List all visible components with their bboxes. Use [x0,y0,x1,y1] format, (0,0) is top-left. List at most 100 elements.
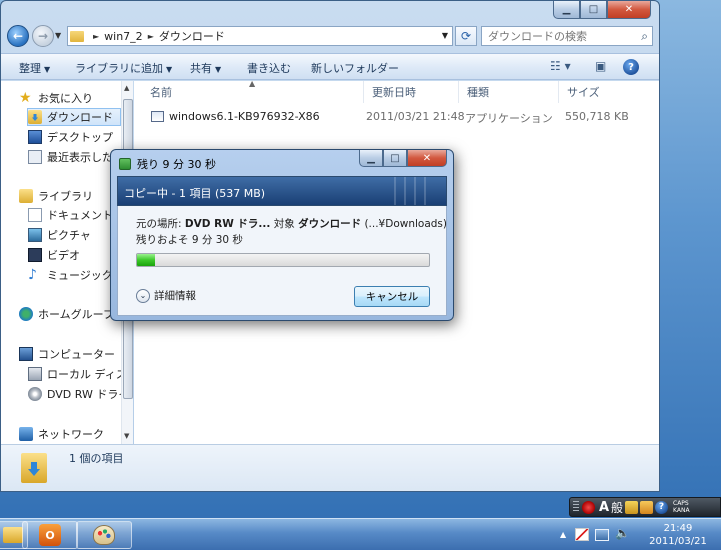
nav-network[interactable]: ネットワーク [19,425,132,443]
refresh-icon: ⟳ [460,29,472,43]
close-icon: ✕ [624,4,634,15]
chevron-down-icon: ▼ [215,65,222,74]
dialog-title[interactable]: 残り 9 分 30 秒 [119,156,216,172]
nav-dvd-drive[interactable]: DVD RW ドライ [28,385,132,403]
nav-label: DVD RW ドライ [47,388,130,401]
breadcrumb-separator-icon[interactable]: ► [148,32,154,41]
source-value[interactable]: DVD RW ドラ... [185,218,271,230]
input-mode-indicator[interactable]: A [597,500,611,515]
forward-button[interactable]: → [32,25,54,47]
address-dropdown-icon[interactable]: ▼ [442,31,448,40]
minimize-button[interactable]: ▁ [553,1,580,19]
destination-value[interactable]: ダウンロード [298,218,361,230]
desktop-icon [28,130,42,144]
nav-computer[interactable]: コンピューター [19,345,132,363]
clock-time: 21:49 [663,523,693,534]
minimize-icon: ▁ [562,4,571,15]
share-label: 共有 [190,62,212,75]
cancel-button[interactable]: キャンセル [354,286,430,307]
share-menu[interactable]: 共有 ▼ [190,60,221,76]
preview-pane-icon[interactable]: ▣ [595,59,606,73]
ime-pad-icon[interactable] [625,500,639,514]
details-pane: 1 個の項目 [1,444,659,491]
close-button[interactable]: ✕ [607,1,651,19]
search-icon[interactable]: ⌕ [641,29,648,44]
new-folder-button[interactable]: 新しいフォルダー [311,60,399,76]
nav-favorites[interactable]: ★ お気に入り [19,89,132,107]
network-status-icon[interactable] [595,529,609,541]
breadcrumb-downloads[interactable]: ダウンロード [159,28,225,44]
view-options-icon[interactable]: ☷ ▾ [550,59,571,73]
scroll-down-icon[interactable]: ▼ [124,432,129,440]
grip-handle-icon[interactable] [573,501,579,513]
help-icon[interactable]: ? [623,59,639,75]
ime-icon[interactable] [582,500,595,514]
back-button[interactable]: ← [7,25,29,47]
nav-label: コンピューター [38,348,115,361]
help-icon[interactable]: ? [655,500,669,514]
column-header-type[interactable]: 種類 [459,81,559,103]
destination-label: 対象 [273,218,295,230]
nav-label: ダウンロード [47,111,113,124]
hard-drive-icon [28,367,42,381]
item-count: 1 個の項目 [69,452,124,465]
action-center-flag-icon[interactable] [575,528,589,541]
add-to-library-menu[interactable]: ライブラリに追加 ▼ [75,60,172,76]
breadcrumb-separator-icon[interactable]: ► [93,32,99,41]
conversion-mode-indicator[interactable]: 般 [611,499,623,516]
dialog-caption-buttons: ▁ □ ✕ [359,150,447,167]
file-type: アプリケーション [465,112,553,125]
header-decoration [386,177,426,205]
maximize-icon: □ [588,4,599,15]
file-name: windows6.1-KB976932-X86 [169,110,320,123]
column-header-size[interactable]: サイズ [559,81,654,103]
download-folder-icon [70,30,84,42]
refresh-button[interactable]: ⟳ [455,26,477,46]
chevron-down-icon: ⌄ [136,288,150,303]
column-header-date[interactable]: 更新日時 [364,81,459,103]
burn-button[interactable]: 書き込む [247,60,291,76]
nav-label: デスクトップ [47,131,113,144]
network-icon [19,427,33,441]
command-bar: 整理 ▼ ライブラリに追加 ▼ 共有 ▼ 書き込む 新しいフォルダー ☷ ▾ ▣ ? [1,53,659,80]
table-row[interactable]: windows6.1-KB976932-X86 2011/03/21 21:48… [134,108,659,126]
dialog-close-button[interactable]: ✕ [407,150,447,167]
dvd-disc-icon [28,387,42,401]
show-hidden-icons-icon[interactable]: ▲ [560,530,566,539]
dialog-minimize-button[interactable]: ▁ [359,150,383,167]
caps-kana-indicator: CAPS KANA [673,500,690,514]
organize-menu[interactable]: 整理 ▼ [19,60,50,76]
taskbar-media-button[interactable]: O [22,521,78,549]
nav-local-disk[interactable]: ローカル ディス [28,365,132,383]
kana-label: KANA [673,507,690,514]
copy-status: コピー中 - 1 項目 (537 MB) [124,187,266,200]
breadcrumb-win7-2[interactable]: win7_2 [104,30,143,43]
scroll-up-icon[interactable]: ▲ [124,84,129,92]
computer-icon [19,347,33,361]
maximize-button[interactable]: □ [580,1,607,19]
application-icon [151,111,164,122]
address-row: ← → ▼ ► win7_2 ► ダウンロード ▼ ⟳ ⌕ [5,23,655,49]
search-box[interactable]: ⌕ [481,26,653,46]
nav-desktop[interactable]: デスクトップ [28,128,132,146]
column-header-name[interactable]: 名前 [142,81,364,103]
more-info-label: 詳細情報 [154,290,196,302]
recent-pages-dropdown[interactable]: ▼ [55,31,61,40]
add-to-library-label: ライブラリに追加 [75,62,163,75]
taskbar-paint-button[interactable] [76,521,132,549]
dialog-maximize-button[interactable]: □ [383,150,407,167]
download-folder-icon [28,110,42,124]
dialog-title-text: 残り 9 分 30 秒 [137,158,216,171]
nav-label: ライブラリ [38,190,93,203]
taskbar-clock[interactable]: 21:49 2011/03/21 [640,522,716,548]
pictures-icon [28,228,42,242]
address-bar[interactable]: ► win7_2 ► ダウンロード ▼ [67,26,453,46]
documents-icon [28,208,42,222]
copy-source-line: 元の場所: DVD RW ドラ... 対象 ダウンロード (...¥Downlo… [136,216,447,231]
search-input[interactable] [482,27,627,45]
more-info-toggle[interactable]: ⌄ 詳細情報 [136,288,196,303]
nav-downloads[interactable]: ダウンロード [27,108,121,126]
volume-icon[interactable]: 🔈 [615,526,630,540]
window-titlebar[interactable]: ▁ □ ✕ [1,1,659,21]
ime-tools-icon[interactable] [640,500,654,514]
